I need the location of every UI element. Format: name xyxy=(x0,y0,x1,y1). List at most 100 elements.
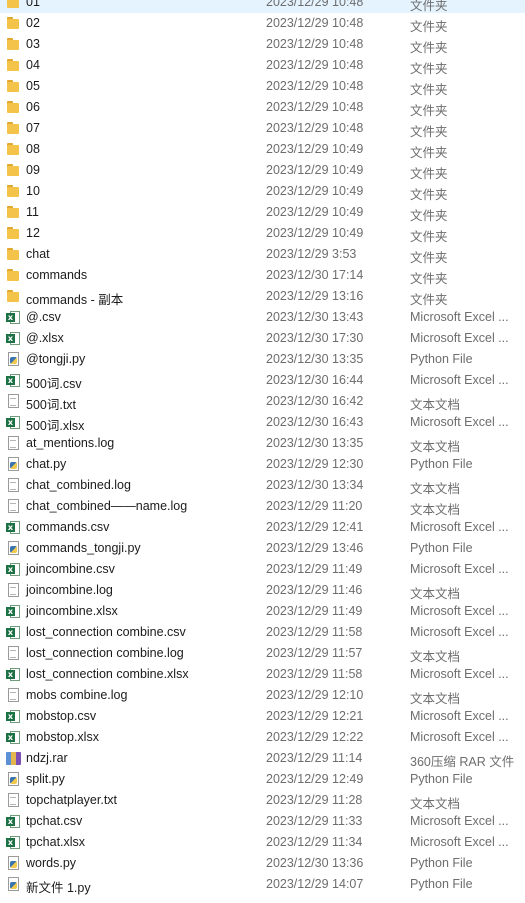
file-row[interactable]: mobs combine.log 2023/12/29 12:10 文本文档 xyxy=(0,685,525,706)
excel-icon xyxy=(6,709,21,724)
file-row[interactable]: commands 2023/12/30 17:14 文件夹 xyxy=(0,265,525,286)
modified-date: 2023/12/29 11:57 xyxy=(266,646,363,660)
file-row[interactable]: 500词.txt 2023/12/30 16:42 文本文档 xyxy=(0,391,525,412)
file-row[interactable]: @tongji.py 2023/12/30 13:35 Python File xyxy=(0,349,525,370)
excel-icon xyxy=(6,562,21,577)
file-name: mobstop.xlsx xyxy=(26,730,99,744)
file-name: 04 xyxy=(26,58,40,72)
file-row[interactable]: 02 2023/12/29 10:48 文件夹 xyxy=(0,13,525,34)
file-row[interactable]: 500词.csv 2023/12/30 16:44 Microsoft Excel … xyxy=(0,370,525,391)
file-type: 文本文档 xyxy=(410,692,461,706)
file-name: chat_combined——name.log xyxy=(26,499,188,513)
file-name: 05 xyxy=(26,79,40,93)
file-row[interactable]: 新文件 1.py 2023/12/29 14:07 Python File xyxy=(0,874,525,895)
file-row[interactable]: mobstop.csv 2023/12/29 12:21 Microsoft Exc… xyxy=(0,706,525,727)
modified-date: 2023/12/29 11:28 xyxy=(266,793,363,807)
file-row[interactable]: lost_connection combine.log 2023/12/29 11… xyxy=(0,643,525,664)
file-row[interactable]: at_mentions.log 2023/12/30 13:35 文本文档 xyxy=(0,433,525,454)
file-name: lost_connection combine.xlsx xyxy=(26,667,189,681)
modified-date: 2023/12/30 13:35 xyxy=(266,436,364,450)
file-row[interactable]: @.xlsx 2023/12/30 17:30 Microsoft Excel ..… xyxy=(0,328,525,349)
modified-date: 2023/12/29 10:48 xyxy=(266,100,364,114)
file-name: 08 xyxy=(26,142,40,156)
file-row[interactable]: lost_connection combine.csv 2023/12/29 11… xyxy=(0,622,525,643)
file-row[interactable]: 11 2023/12/29 10:49 文件夹 xyxy=(0,202,525,223)
file-row[interactable]: chat 2023/12/29 3:53 文件夹 xyxy=(0,244,525,265)
modified-date: 2023/12/29 12:41 xyxy=(266,520,364,534)
file-row[interactable]: commands - 副本 2023/12/29 13:16 文件夹 xyxy=(0,286,525,307)
folder-icon xyxy=(6,37,21,52)
file-row[interactable]: 06 2023/12/29 10:48 文件夹 xyxy=(0,97,525,118)
file-type: Python File xyxy=(410,541,473,555)
folder-icon xyxy=(6,142,21,157)
file-name: mobstop.csv xyxy=(26,709,97,723)
file-row[interactable]: topchatplayer.txt 2023/12/29 11:28 文本文档 xyxy=(0,790,525,811)
file-row[interactable]: ndzj.rar 2023/12/29 11:14 360压缩 RAR 文件 xyxy=(0,748,525,769)
file-row[interactable]: 01 2023/12/29 10:48 文件夹 xyxy=(0,0,525,13)
file-type: Microsoft Excel ... xyxy=(410,835,509,849)
modified-date: 2023/12/29 12:21 xyxy=(266,709,364,723)
file-row[interactable]: 10 2023/12/29 10:49 文件夹 xyxy=(0,181,525,202)
excel-icon xyxy=(6,730,21,745)
modified-date: 2023/12/29 11:58 xyxy=(266,667,363,681)
file-name: commands.csv xyxy=(26,520,110,534)
file-row[interactable]: split.py 2023/12/29 12:49 Python File xyxy=(0,769,525,790)
file-row[interactable]: lost_connection combine.xlsx 2023/12/29 1… xyxy=(0,664,525,685)
file-row[interactable]: joincombine.csv 2023/12/29 11:49 Microsoft… xyxy=(0,559,525,580)
file-name: 12 xyxy=(26,226,40,240)
file-row[interactable]: 500词.xlsx 2023/12/30 16:43 Microsoft Excel… xyxy=(0,412,525,433)
file-type: Microsoft Excel ... xyxy=(410,814,509,828)
file-row[interactable]: mobstop.xlsx 2023/12/29 12:22 Microsoft Ex… xyxy=(0,727,525,748)
file-type: Microsoft Excel ... xyxy=(410,730,509,744)
modified-date: 2023/12/30 13:34 xyxy=(266,478,364,492)
file-row[interactable]: chat_combined——name.log 2023/12/29 11:20 文… xyxy=(0,496,525,517)
file-name: mobs combine.log xyxy=(26,688,128,702)
excel-icon xyxy=(6,310,21,325)
file-type: 文件夹 xyxy=(410,230,448,244)
file-type: 文件夹 xyxy=(410,125,448,139)
file-name: joincombine.log xyxy=(26,583,113,597)
file-row[interactable]: joincombine.xlsx 2023/12/29 11:49 Microsof… xyxy=(0,601,525,622)
python-icon xyxy=(6,457,21,472)
modified-date: 2023/12/29 10:49 xyxy=(266,163,364,177)
file-row[interactable]: commands_tongji.py 2023/12/29 13:46 Python… xyxy=(0,538,525,559)
file-name: 06 xyxy=(26,100,40,114)
file-row[interactable]: 08 2023/12/29 10:49 文件夹 xyxy=(0,139,525,160)
modified-date: 2023/12/29 13:16 xyxy=(266,289,364,303)
file-name: lost_connection combine.log xyxy=(26,646,184,660)
text-file-icon xyxy=(6,436,21,451)
file-type: 文件夹 xyxy=(410,0,448,13)
file-type: 文件夹 xyxy=(410,62,448,76)
file-name: ndzj.rar xyxy=(26,751,68,765)
file-type: 文件夹 xyxy=(410,188,448,202)
excel-icon xyxy=(6,814,21,829)
file-row[interactable]: 04 2023/12/29 10:48 文件夹 xyxy=(0,55,525,76)
text-file-icon xyxy=(6,583,21,598)
modified-date: 2023/12/29 12:30 xyxy=(266,457,364,471)
file-row[interactable]: 05 2023/12/29 10:48 文件夹 xyxy=(0,76,525,97)
file-type: Microsoft Excel ... xyxy=(410,310,509,324)
file-row[interactable]: joincombine.log 2023/12/29 11:46 文本文档 xyxy=(0,580,525,601)
modified-date: 2023/12/29 12:22 xyxy=(266,730,364,744)
text-file-icon xyxy=(6,478,21,493)
modified-date: 2023/12/29 10:48 xyxy=(266,79,364,93)
file-row[interactable]: tpchat.xlsx 2023/12/29 11:34 Microsoft Exc… xyxy=(0,832,525,853)
file-row[interactable]: 09 2023/12/29 10:49 文件夹 xyxy=(0,160,525,181)
file-row[interactable]: words.py 2023/12/30 13:36 Python File xyxy=(0,853,525,874)
file-type: Python File xyxy=(410,457,473,471)
file-row[interactable]: commands.csv 2023/12/29 12:41 Microsoft Ex… xyxy=(0,517,525,538)
file-row[interactable]: 07 2023/12/29 10:48 文件夹 xyxy=(0,118,525,139)
file-row[interactable]: chat.py 2023/12/29 12:30 Python File xyxy=(0,454,525,475)
file-row[interactable]: 12 2023/12/29 10:49 文件夹 xyxy=(0,223,525,244)
file-row[interactable]: 03 2023/12/29 10:48 文件夹 xyxy=(0,34,525,55)
file-name: chat.py xyxy=(26,457,67,471)
file-type: Microsoft Excel ... xyxy=(410,562,509,576)
file-type: 文本文档 xyxy=(410,440,461,454)
modified-date: 2023/12/29 3:53 xyxy=(266,247,357,261)
file-row[interactable]: chat_combined.log 2023/12/30 13:34 文本文档 xyxy=(0,475,525,496)
file-row[interactable]: tpchat.csv 2023/12/29 11:33 Microsoft Exce… xyxy=(0,811,525,832)
folder-icon xyxy=(6,247,21,262)
file-type: Python File xyxy=(410,877,473,891)
file-row[interactable]: @.csv 2023/12/30 13:43 Microsoft Excel ... xyxy=(0,307,525,328)
file-name: 11 xyxy=(26,205,39,219)
